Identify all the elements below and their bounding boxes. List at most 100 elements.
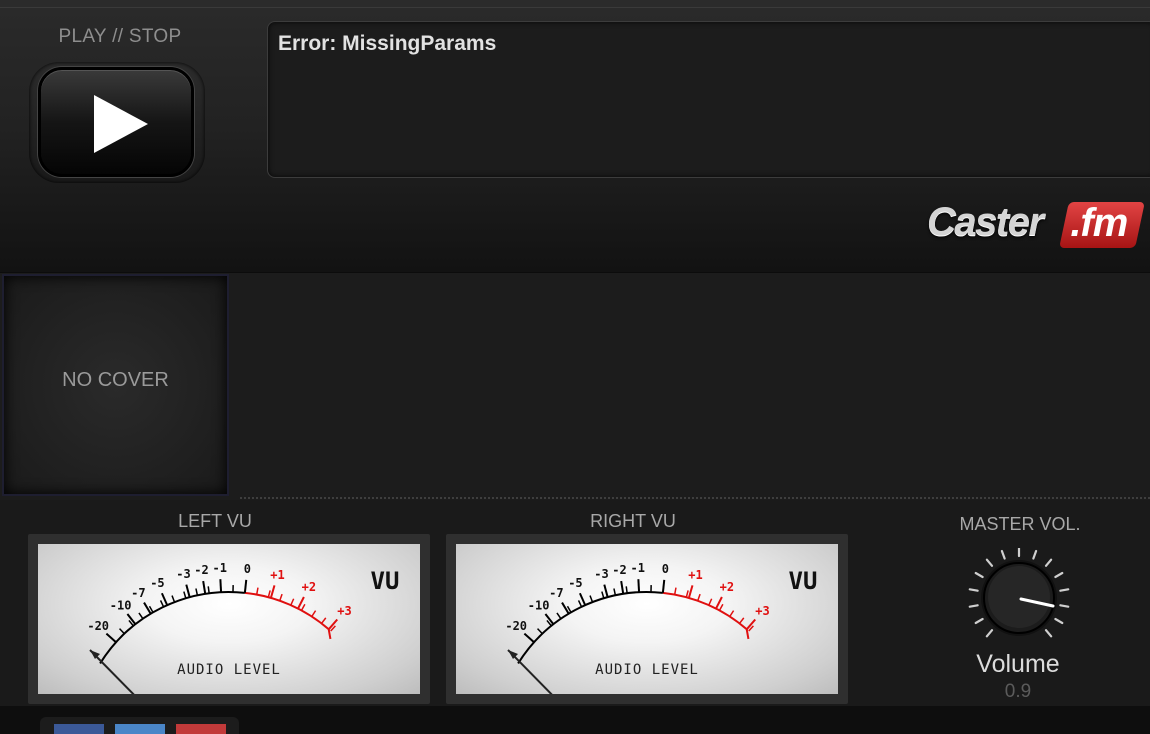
- scale-label: -2: [612, 563, 626, 577]
- scale-tick: [729, 610, 735, 617]
- scale-label: +2: [720, 580, 734, 594]
- knob-tick: [1000, 549, 1006, 560]
- audio-level-text: AUDIO LEVEL: [595, 662, 699, 678]
- knob-tick: [974, 571, 984, 579]
- scale-major-tick: [269, 585, 276, 599]
- album-cover: NO COVER: [2, 274, 229, 496]
- status-message-box: Error: MissingParams: [267, 21, 1150, 178]
- scale-major-tick: [620, 580, 625, 595]
- scale-tick: [697, 593, 701, 601]
- scale-tick: [673, 587, 677, 595]
- scale-major-tick: [637, 579, 641, 593]
- scale-tick: [195, 588, 199, 596]
- scale-label: -20: [505, 619, 527, 633]
- scale-major-tick: [185, 584, 191, 598]
- scale-tick: [300, 603, 306, 611]
- scale-tick: [718, 603, 724, 611]
- scale-label: -3: [594, 567, 608, 581]
- left-vu-face: -20 -10 -7 -5 -3 -2 -1 0 +1 +2 +3 VU AUDIO LEVEL: [38, 544, 420, 694]
- scale-arc-red: [662, 591, 750, 640]
- scale-label: -1: [631, 561, 645, 575]
- scale-label: 0: [244, 562, 251, 576]
- knob-tick: [985, 629, 994, 638]
- knob-icon: [968, 546, 1070, 638]
- knob-tick: [1054, 617, 1064, 625]
- play-stop-button[interactable]: [38, 67, 194, 177]
- scale-label: -20: [87, 619, 109, 633]
- scale-label: -3: [176, 567, 190, 581]
- right-vu-scale: -20-10-7-5-3 -2 -1 0 +1+2+3VUAUDIO LEVEL: [505, 561, 818, 694]
- status-message: Error: MissingParams: [278, 32, 497, 55]
- vu-unit-label: VU: [371, 567, 400, 595]
- volume-knob[interactable]: [965, 546, 1073, 648]
- knob-tick: [1044, 629, 1053, 638]
- scale-label: +1: [688, 568, 702, 582]
- scale-tick: [625, 586, 628, 594]
- volume-value: 0.9: [1004, 681, 1032, 702]
- right-vu-meter: -20 -10 -7 -5 -3 -2 -1 0 +1 +2 +3 VU AUDIO LEVEL: [446, 534, 848, 704]
- scale-tick: [255, 587, 259, 595]
- scale-tick: [183, 591, 187, 599]
- knob-tick: [968, 588, 979, 592]
- scale-label: 0: [662, 562, 669, 576]
- knob-tick: [1054, 571, 1064, 579]
- scale-major-tick: [202, 580, 207, 595]
- knob-tick: [985, 558, 994, 567]
- scale-tick: [311, 610, 317, 617]
- knob-tick: [1032, 549, 1038, 560]
- scale-tick: [119, 628, 125, 635]
- scale-label: +2: [302, 580, 316, 594]
- left-vu-scale: -20-10-7-5-3 -2 -1 0 +1+2+3VUAUDIO LEVEL: [87, 561, 400, 694]
- twitter-share-button[interactable]: [115, 724, 165, 734]
- google-share-button[interactable]: [176, 724, 226, 734]
- scale-label: +1: [270, 568, 284, 582]
- knob-tick: [974, 617, 984, 625]
- vu-unit-label: VU: [789, 567, 818, 595]
- scale-tick: [589, 595, 594, 603]
- vu-needle: [89, 649, 135, 694]
- scale-tick: [708, 598, 713, 606]
- scale-tick: [537, 628, 543, 635]
- scale-major-tick: [105, 632, 117, 644]
- scale-tick: [613, 588, 617, 596]
- audio-level-text: AUDIO LEVEL: [177, 662, 281, 678]
- knob-tick: [968, 604, 979, 608]
- play-stop-label: PLAY // STOP: [58, 26, 182, 47]
- scale-tick: [159, 600, 165, 608]
- scale-arc-red: [244, 591, 332, 640]
- scale-label: -5: [568, 576, 582, 590]
- scale-label: +3: [755, 604, 769, 618]
- scale-label: -2: [194, 563, 208, 577]
- scale-tick: [320, 617, 327, 624]
- vu-needle: [507, 649, 553, 694]
- scale-major-tick: [523, 632, 535, 644]
- volume-label: Volume: [976, 650, 1060, 678]
- scale-major-tick: [661, 579, 666, 593]
- left-vu-label: LEFT VU: [178, 511, 252, 531]
- scale-label: -10: [110, 598, 132, 612]
- facebook-share-button[interactable]: [54, 724, 104, 734]
- knob-tick: [1044, 558, 1053, 567]
- logo-text: Caster: [927, 200, 1044, 244]
- scale-tick: [738, 617, 745, 624]
- no-cover-text: NO COVER: [62, 369, 169, 391]
- scale-major-tick: [219, 579, 223, 593]
- right-vu-face: -20 -10 -7 -5 -3 -2 -1 0 +1 +2 +3 VU AUDIO LEVEL: [456, 544, 838, 694]
- logo-badge-text: .fm: [1070, 201, 1128, 245]
- scale-tick: [577, 600, 583, 608]
- scale-label: -7: [549, 586, 563, 600]
- casterfm-logo[interactable]: Caster .fm: [927, 198, 1145, 250]
- scale-tick: [556, 612, 562, 620]
- scale-tick: [290, 598, 295, 606]
- left-vu-meter: -20 -10 -7 -5 -3 -2 -1 0 +1 +2 +3 VU AUDIO LEVEL: [28, 534, 430, 704]
- scale-tick: [601, 591, 605, 599]
- scale-major-tick: [603, 584, 609, 598]
- scale-tick: [171, 595, 176, 603]
- scale-tick: [685, 590, 689, 598]
- scale-label: -1: [213, 561, 227, 575]
- scale-label: -7: [131, 586, 145, 600]
- knob-tick: [1059, 604, 1070, 608]
- scale-tick: [279, 593, 283, 601]
- dotted-divider: [240, 497, 1150, 499]
- scale-major-tick: [687, 585, 694, 599]
